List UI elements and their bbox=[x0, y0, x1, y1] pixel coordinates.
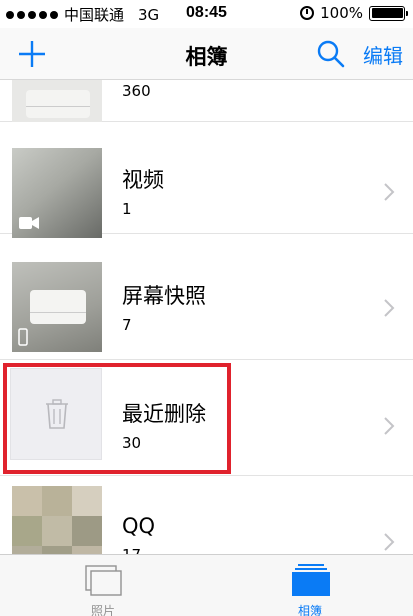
thumbnail-dialog-image bbox=[30, 290, 86, 324]
album-row-qq[interactable]: QQ 17 bbox=[0, 476, 413, 554]
status-right: 100% bbox=[300, 4, 408, 22]
album-name: QQ bbox=[122, 514, 156, 538]
photos-icon bbox=[85, 565, 122, 596]
album-count: 17 bbox=[122, 546, 141, 554]
battery-percent: 100% bbox=[320, 4, 363, 22]
phone-icon bbox=[18, 328, 28, 346]
chevron-right-icon bbox=[384, 183, 395, 201]
page-title: 相簿 bbox=[185, 45, 228, 69]
alarm-icon bbox=[300, 6, 315, 20]
chevron-right-icon bbox=[384, 533, 395, 551]
tab-albums[interactable]: 相簿 bbox=[260, 559, 360, 616]
status-bar: 中国联通 3G 08:45 100% bbox=[0, 0, 413, 28]
album-name: 屏幕快照 bbox=[122, 284, 206, 308]
album-count: 1 bbox=[122, 200, 132, 218]
album-thumbnail bbox=[12, 262, 102, 352]
album-thumbnail bbox=[12, 80, 102, 122]
blurred-photo-image bbox=[12, 486, 102, 554]
tab-label: 照片 bbox=[90, 604, 115, 616]
albums-icon bbox=[292, 564, 330, 596]
edit-button[interactable]: 编辑 bbox=[363, 40, 403, 69]
album-row-screenshots[interactable]: 屏幕快照 7 bbox=[0, 234, 413, 360]
video-camera-icon bbox=[19, 217, 39, 229]
album-row-videos[interactable]: 视频 1 bbox=[0, 122, 413, 238]
highlight-box bbox=[3, 363, 231, 474]
chevron-right-icon bbox=[384, 417, 395, 435]
tab-bar: 照片 相簿 bbox=[0, 554, 413, 616]
battery-icon bbox=[369, 5, 408, 21]
tab-photos[interactable]: 照片 bbox=[53, 559, 153, 616]
navigation-bar: 相簿 编辑 bbox=[0, 28, 413, 80]
album-count: 360 bbox=[122, 82, 151, 100]
tab-label: 相簿 bbox=[297, 604, 322, 616]
thumbnail-dialog-image bbox=[26, 90, 90, 118]
album-name: 视频 bbox=[122, 168, 164, 192]
album-list: 360 视频 1 屏幕快照 7 最近删除 30 QQ bbox=[0, 80, 413, 554]
album-count: 7 bbox=[122, 316, 132, 334]
search-icon[interactable] bbox=[315, 38, 347, 70]
album-thumbnail bbox=[12, 148, 102, 238]
album-thumbnail bbox=[12, 486, 102, 554]
album-row-partial[interactable]: 360 bbox=[0, 80, 413, 122]
chevron-right-icon bbox=[384, 299, 395, 317]
